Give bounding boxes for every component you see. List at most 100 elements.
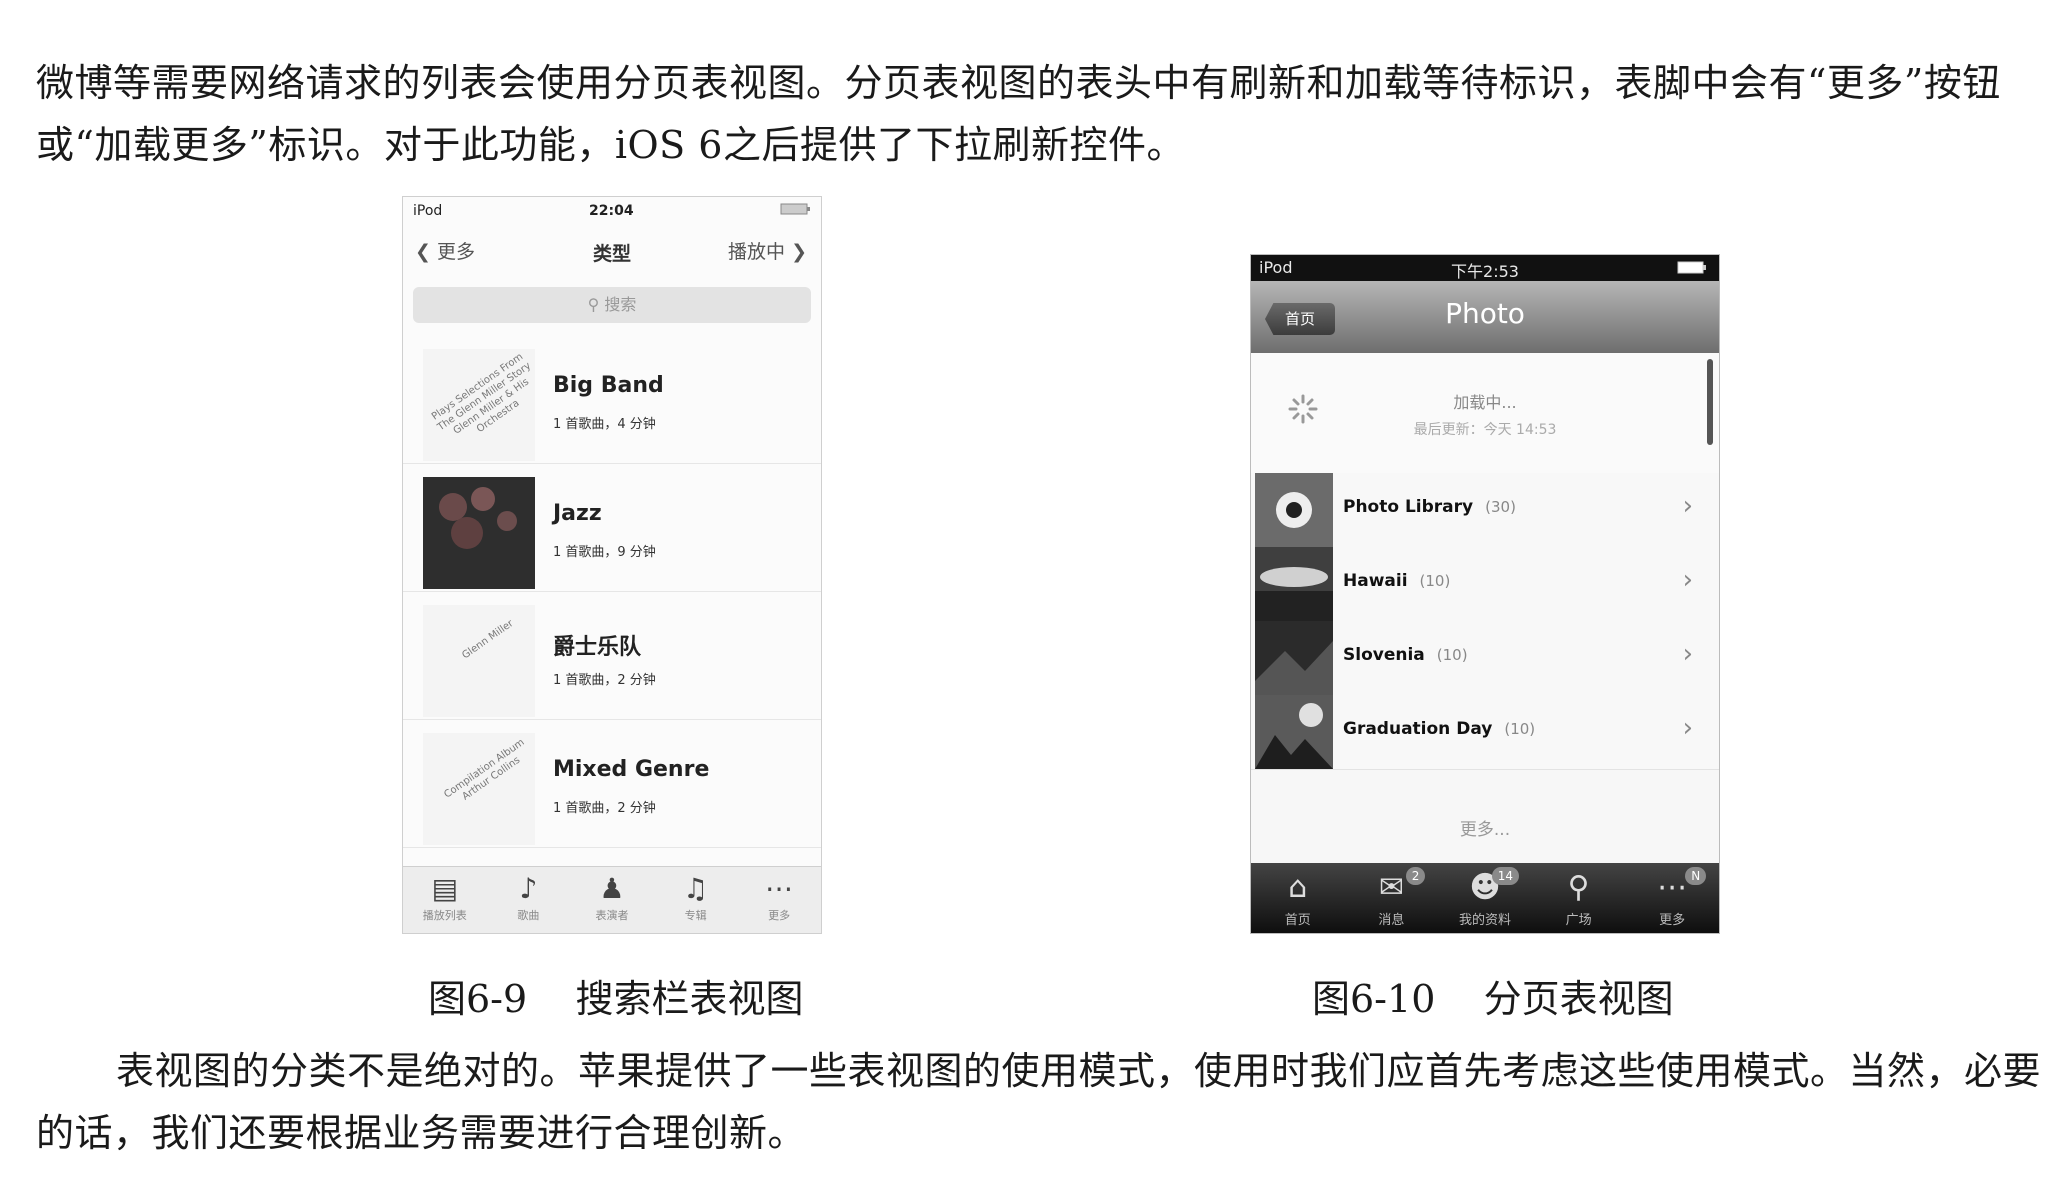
- tab-more[interactable]: ⋯ N 更多: [1632, 863, 1712, 933]
- album-art-text: Glenn Miller: [460, 618, 516, 662]
- tab-profile[interactable]: ☻ 14 我的资料: [1445, 863, 1525, 933]
- battery-icon: [1677, 261, 1706, 274]
- pull-to-refresh-header: 加载中... 最后更新：今天 14:53: [1251, 353, 1719, 474]
- list-item[interactable]: Glenn Miller 爵士乐队 1 首歌曲，2 分钟: [403, 591, 821, 720]
- album-art: Plays Selections From The Glenn Miller S…: [423, 349, 535, 461]
- paragraph-bottom: 表视图的分类不是绝对的。苹果提供了一些表视图的使用模式，使用时我们应首先考虑这些…: [36, 1049, 2042, 1155]
- tab-bar: ⌂ 首页 ✉ 2 消息 ☻ 14 我的资料 ⚲ 广场 ⋯ N 更多: [1251, 863, 1719, 933]
- tab-messages[interactable]: ✉ 2 消息: [1351, 863, 1431, 933]
- row-title: Slovenia (10): [1343, 645, 1468, 665]
- carrier-label: iPod: [413, 203, 443, 219]
- row-subtitle: 1 首歌曲，9 分钟: [553, 545, 656, 560]
- tab-label: 消息: [1378, 913, 1405, 928]
- tab-albums[interactable]: ♫ 专辑: [656, 867, 736, 933]
- tab-label: 我的资料: [1458, 913, 1511, 928]
- album-count: (30): [1485, 498, 1516, 516]
- chevron-right-icon: ❯: [785, 241, 807, 263]
- tab-label: 更多: [1659, 913, 1686, 928]
- table-row[interactable]: Hawaii (10) ›: [1251, 547, 1719, 622]
- figure2-screenshot: iPod 下午2:53 首页 Photo 加载中... 最后更新：今天 14:5…: [1250, 254, 1720, 934]
- paragraph-top: 微博等需要网络请求的列表会使用分页表视图。分页表视图的表头中有刷新和加载等待标识…: [36, 61, 2001, 167]
- album-name: Graduation Day: [1343, 719, 1493, 739]
- photo-thumbnail: [1255, 695, 1333, 769]
- search-placeholder: 搜索: [604, 295, 637, 314]
- album-name: Hawaii: [1343, 571, 1408, 591]
- list-item[interactable]: Plays Selections From The Glenn Miller S…: [403, 335, 821, 464]
- photo-thumbnail: [1255, 621, 1333, 695]
- status-time: 22:04: [589, 203, 634, 219]
- album-count: (10): [1436, 646, 1468, 664]
- album-name: Photo Library: [1343, 497, 1474, 517]
- search-icon: ⚲: [587, 295, 605, 314]
- search-icon: ⚲: [1567, 870, 1590, 905]
- album-icon: ♫: [683, 872, 709, 905]
- tab-playlist[interactable]: ▤ 播放列表: [405, 867, 485, 933]
- tab-label: 广场: [1565, 913, 1592, 928]
- tab-label: 歌曲: [517, 909, 540, 922]
- badge: 14: [1491, 867, 1519, 885]
- scroll-indicator: [1707, 359, 1713, 445]
- row-title: Hawaii (10): [1343, 571, 1450, 591]
- album-art-text: Plays Selections From The Glenn Miller S…: [429, 351, 534, 437]
- home-icon: ⌂: [1288, 870, 1308, 905]
- figure1-screenshot: iPod 22:04 ❮ 更多 类型 播放中 ❯ ⚲ 搜索 Plays Sele…: [402, 196, 822, 934]
- loading-text: 加载中...: [1453, 393, 1517, 412]
- music-note-icon: ♪: [519, 872, 538, 905]
- album-art: Glenn Miller: [423, 605, 535, 717]
- row-title: Graduation Day (10): [1343, 719, 1535, 739]
- album-art-text: Compilation Album Arthur Collins: [442, 736, 527, 803]
- photo-thumbnail: [1255, 473, 1333, 547]
- figure2-caption: 图6-10 分页表视图: [1312, 977, 1674, 1021]
- tab-home[interactable]: ⌂ 首页: [1258, 863, 1338, 933]
- status-bar: iPod 22:04: [403, 197, 821, 225]
- album-art: Compilation Album Arthur Collins: [423, 733, 535, 845]
- battery-icon: [780, 203, 810, 215]
- tab-more[interactable]: ⋯ 更多: [739, 867, 819, 933]
- figure1-caption: 图6-9 搜索栏表视图: [428, 977, 804, 1021]
- nav-title: Photo: [1445, 297, 1525, 330]
- load-more-button[interactable]: 更多...: [1251, 815, 1719, 840]
- artist-icon: ♟: [599, 872, 625, 905]
- album-name: Slovenia: [1343, 645, 1425, 665]
- status-bar: iPod 下午2:53: [1251, 255, 1719, 281]
- status-time: 下午2:53: [1451, 262, 1519, 281]
- list-item[interactable]: Jazz 1 首歌曲，9 分钟: [403, 463, 821, 592]
- more-icon: ⋯: [765, 872, 794, 905]
- chevron-right-icon: ›: [1682, 713, 1693, 743]
- tab-label: 更多: [768, 909, 791, 922]
- tab-square[interactable]: ⚲ 广场: [1539, 863, 1619, 933]
- tab-label: 表演者: [595, 909, 629, 922]
- tab-artists[interactable]: ♟ 表演者: [572, 867, 652, 933]
- album-count: (10): [1504, 720, 1536, 738]
- row-subtitle: 1 首歌曲，2 分钟: [553, 801, 656, 816]
- album-count: (10): [1419, 572, 1451, 590]
- row-title: Mixed Genre: [553, 757, 710, 782]
- album-art-image: [439, 487, 517, 549]
- navigation-bar: ❮ 更多 类型 播放中 ❯: [403, 227, 821, 275]
- photo-thumbnail: [1255, 547, 1333, 621]
- row-title: 爵士乐队: [553, 635, 642, 660]
- chevron-right-icon: ›: [1682, 491, 1693, 521]
- chevron-right-icon: ›: [1682, 639, 1693, 669]
- table-row[interactable]: Graduation Day (10) ›: [1251, 695, 1719, 770]
- album-art: [423, 477, 535, 589]
- list-item[interactable]: Compilation Album Arthur Collins Mixed G…: [403, 719, 821, 848]
- table-row[interactable]: Slovenia (10) ›: [1251, 621, 1719, 696]
- chevron-right-icon: ›: [1682, 565, 1693, 595]
- tab-songs[interactable]: ♪ 歌曲: [488, 867, 568, 933]
- tab-label: 专辑: [684, 909, 707, 922]
- last-updated-text: 最后更新：今天 14:53: [1413, 422, 1557, 438]
- badge: N: [1685, 867, 1707, 885]
- row-subtitle: 1 首歌曲，4 分钟: [553, 417, 656, 432]
- navigation-bar: 首页 Photo: [1251, 281, 1719, 353]
- row-title: Jazz: [553, 501, 602, 526]
- row-title: Big Band: [553, 373, 664, 398]
- tab-bar: ▤ 播放列表 ♪ 歌曲 ♟ 表演者 ♫ 专辑 ⋯ 更多: [403, 866, 821, 933]
- tab-label: 首页: [1284, 913, 1311, 928]
- now-playing-button[interactable]: 播放中 ❯: [728, 237, 807, 264]
- row-subtitle: 1 首歌曲，2 分钟: [553, 673, 656, 688]
- search-bar[interactable]: ⚲ 搜索: [413, 287, 811, 323]
- table-row[interactable]: Photo Library (30) ›: [1251, 473, 1719, 548]
- playlist-icon: ▤: [431, 872, 459, 905]
- row-title: Photo Library (30): [1343, 497, 1516, 517]
